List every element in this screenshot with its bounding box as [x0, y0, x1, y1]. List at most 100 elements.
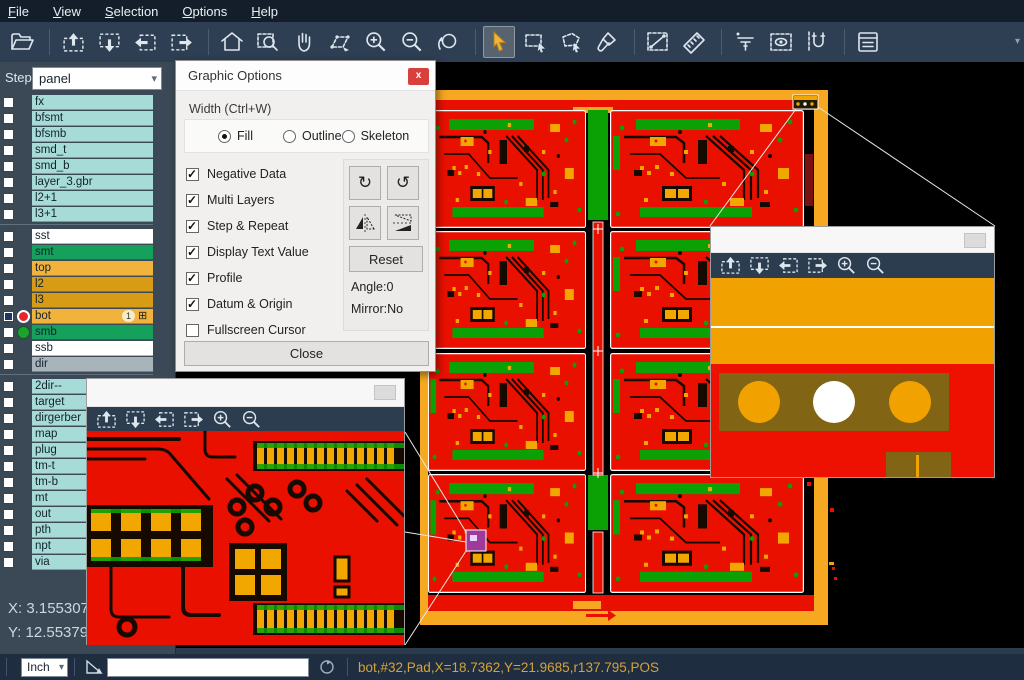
pan-left-button[interactable]: [129, 26, 161, 58]
magnifier-title-bar[interactable]: [711, 227, 994, 253]
layer-checkbox[interactable]: [3, 397, 14, 408]
layer-checkbox[interactable]: [3, 97, 14, 108]
display-option-row[interactable]: Display Text Value: [186, 239, 309, 265]
step-combobox[interactable]: panel ▾: [32, 67, 162, 90]
zoom-previous-button[interactable]: [432, 26, 464, 58]
pan-left-icon[interactable]: [777, 255, 800, 276]
layer-checkbox[interactable]: [3, 477, 14, 488]
layer-checkbox[interactable]: [3, 359, 14, 370]
zoom-out-icon[interactable]: [240, 409, 263, 430]
open-file-button[interactable]: [6, 26, 38, 58]
layer-checkbox[interactable]: [3, 247, 14, 258]
pan-up-button[interactable]: [57, 26, 89, 58]
layer-checkbox[interactable]: [3, 509, 14, 520]
view-options-button[interactable]: [765, 26, 797, 58]
layer-row[interactable]: bfsmb: [0, 126, 153, 142]
rotate-ccw-button[interactable]: ↺: [387, 166, 419, 200]
filter-button[interactable]: [729, 26, 761, 58]
layer-checkbox[interactable]: [3, 493, 14, 504]
layer-checkbox[interactable]: [3, 343, 14, 354]
pan-up-icon[interactable]: [719, 255, 742, 276]
layer-row[interactable]: l2+1: [0, 190, 153, 206]
layer-row[interactable]: top: [0, 260, 153, 276]
width-mode-radio[interactable]: Fill: [218, 129, 253, 143]
radio-icon[interactable]: [218, 130, 231, 143]
magnifier-content[interactable]: [711, 278, 994, 482]
layer-checkbox[interactable]: [3, 161, 14, 172]
checkbox-icon[interactable]: [186, 194, 199, 207]
layer-row[interactable]: l2: [0, 276, 153, 292]
display-option-row[interactable]: Fullscreen Cursor: [186, 317, 309, 343]
layer-row[interactable]: bot1: [0, 308, 153, 324]
home-view-button[interactable]: [216, 26, 248, 58]
pan-right-button[interactable]: [165, 26, 197, 58]
layer-checkbox[interactable]: [3, 461, 14, 472]
window-button[interactable]: [374, 385, 396, 400]
pan-left-icon[interactable]: [153, 409, 176, 430]
layer-row[interactable]: smd_t: [0, 142, 153, 158]
width-mode-radio[interactable]: Outline: [283, 129, 342, 143]
layer-row[interactable]: smd_b: [0, 158, 153, 174]
ruler-button[interactable]: [678, 26, 710, 58]
menu-item[interactable]: Selection: [105, 4, 158, 19]
layer-checkbox[interactable]: [3, 557, 14, 568]
display-option-row[interactable]: Step & Repeat: [186, 213, 309, 239]
display-option-row[interactable]: Negative Data: [186, 161, 309, 187]
magnifier-content[interactable]: [87, 431, 404, 650]
layer-checkbox[interactable]: [3, 311, 14, 322]
move-view-button[interactable]: [324, 26, 356, 58]
radio-icon[interactable]: [283, 130, 296, 143]
layer-checkbox[interactable]: [3, 193, 14, 204]
menu-item[interactable]: View: [53, 4, 81, 19]
refresh-icon[interactable]: [319, 659, 335, 675]
pan-hand-button[interactable]: [288, 26, 320, 58]
magnifier-window-corner[interactable]: [710, 226, 995, 478]
clear-highlight-button[interactable]: [591, 26, 623, 58]
layer-row[interactable]: l3+1: [0, 206, 153, 222]
dialog-title-bar[interactable]: Graphic Options x: [176, 61, 435, 91]
magnifier-window-detail[interactable]: [86, 378, 405, 645]
layer-checkbox[interactable]: [3, 445, 14, 456]
zoom-out-icon[interactable]: [864, 255, 887, 276]
layer-row[interactable]: ssb: [0, 340, 153, 356]
dialog-close-icon[interactable]: x: [408, 68, 429, 85]
pan-right-icon[interactable]: [182, 409, 205, 430]
checkbox-icon[interactable]: [186, 298, 199, 311]
zoom-out-button[interactable]: [396, 26, 428, 58]
checkbox-icon[interactable]: [186, 272, 199, 285]
checkbox-icon[interactable]: [186, 220, 199, 233]
layer-checkbox[interactable]: [3, 177, 14, 188]
layer-checkbox[interactable]: [3, 129, 14, 140]
display-option-row[interactable]: Datum & Origin: [186, 291, 309, 317]
layer-row[interactable]: smt: [0, 244, 153, 260]
mirror-vertical-button[interactable]: [387, 206, 419, 240]
layer-checkbox[interactable]: [3, 541, 14, 552]
command-input[interactable]: [107, 658, 309, 677]
zoom-window-button[interactable]: [252, 26, 284, 58]
layer-checkbox[interactable]: [3, 209, 14, 220]
layer-checkbox[interactable]: [3, 263, 14, 274]
layer-row[interactable]: bfsmt: [0, 110, 153, 126]
layer-checkbox[interactable]: [3, 279, 14, 290]
display-option-row[interactable]: Multi Layers: [186, 187, 309, 213]
layer-checkbox[interactable]: [3, 429, 14, 440]
layer-checkbox[interactable]: [3, 381, 14, 392]
select-polygon-button[interactable]: [555, 26, 587, 58]
pan-down-icon[interactable]: [748, 255, 771, 276]
checkbox-icon[interactable]: [186, 168, 199, 181]
layer-row[interactable]: layer_3.gbr: [0, 174, 153, 190]
layer-checkbox[interactable]: [3, 327, 14, 338]
layer-checkbox[interactable]: [3, 231, 14, 242]
layer-checkbox[interactable]: [3, 525, 14, 536]
measure-distance-button[interactable]: [642, 26, 674, 58]
zoom-in-icon[interactable]: [835, 255, 858, 276]
layer-table-button[interactable]: [852, 26, 884, 58]
reset-button[interactable]: Reset: [349, 246, 423, 272]
menu-item[interactable]: File: [8, 4, 29, 19]
pan-up-icon[interactable]: [95, 409, 118, 430]
toolbar-overflow-icon[interactable]: ▾: [1015, 36, 1020, 47]
checkbox-icon[interactable]: [186, 324, 199, 337]
layer-checkbox[interactable]: [3, 413, 14, 424]
layer-row[interactable]: smb: [0, 324, 153, 340]
layer-row[interactable]: sst: [0, 228, 153, 244]
